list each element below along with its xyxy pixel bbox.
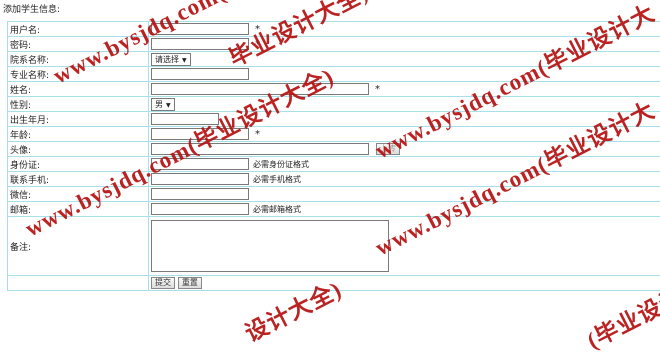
form-row-actions: 提交 重置 [8,276,660,291]
password-label: 密码: [8,37,149,52]
remark-label: 备注: [8,217,149,276]
chevron-down-icon: ▼ [182,57,187,64]
required-mark: * [255,39,260,50]
age-label: 年龄: [8,127,149,142]
birth-date-input[interactable] [151,113,219,125]
phone-label: 联系手机: [8,172,149,187]
department-select[interactable]: 请选择▼ [151,53,191,66]
form-row-wechat: 微信: [8,187,660,202]
phone-input[interactable] [151,173,249,185]
avatar-path-input[interactable] [151,143,369,155]
email-label: 邮箱: [8,202,149,217]
department-label: 院系名称: [8,52,149,67]
password-input[interactable] [151,38,249,50]
chevron-down-icon: ▼ [166,102,171,109]
form-row-name: 姓名: * [8,82,660,97]
email-input[interactable] [151,203,249,215]
major-label: 专业名称: [8,67,149,82]
form-row-phone: 联系手机: 必需手机格式 [8,172,660,187]
form-row-major: 专业名称: [8,67,660,82]
wechat-label: 微信: [8,187,149,202]
avatar-label: 头像: [8,142,149,157]
required-mark: * [375,84,380,95]
required-mark: * [255,129,260,140]
name-input[interactable] [151,83,369,95]
student-form: 用户名: * 密码: * 院系名称: 请选择▼ 专业名称: 姓名: * 性别: … [7,21,660,291]
form-row-gender: 性别: 男▼ [8,97,660,112]
username-label: 用户名: [8,22,149,37]
age-input[interactable] [151,128,249,140]
birth-label: 出生年月: [8,112,149,127]
form-row-email: 邮箱: 必需邮箱格式 [8,202,660,217]
name-label: 姓名: [8,82,149,97]
gender-select-value: 男 [155,100,163,109]
required-mark: * [255,24,260,35]
page-title: 添加学生信息: [3,2,60,15]
idcard-hint: 必需身份证格式 [253,160,309,169]
wechat-input[interactable] [151,188,249,200]
form-row-username: 用户名: * [8,22,660,37]
gender-select[interactable]: 男▼ [151,98,175,111]
upload-button[interactable]: 上传 [376,143,400,155]
idcard-input[interactable] [151,158,249,170]
major-input[interactable] [151,68,249,80]
form-row-remark: 备注: [8,217,660,276]
form-row-avatar: 头像: 上传 [8,142,660,157]
username-input[interactable] [151,23,249,35]
submit-button[interactable]: 提交 [151,277,175,289]
reset-button[interactable]: 重置 [178,277,202,289]
form-row-birth: 出生年月: [8,112,660,127]
form-row-age: 年龄: * [8,127,660,142]
form-row-department: 院系名称: 请选择▼ [8,52,660,67]
form-row-password: 密码: * [8,37,660,52]
idcard-label: 身份证: [8,157,149,172]
remark-textarea[interactable] [151,220,389,272]
gender-label: 性别: [8,97,149,112]
phone-hint: 必需手机格式 [253,175,301,184]
department-select-value: 请选择 [155,55,179,64]
form-row-idcard: 身份证: 必需身份证格式 [8,157,660,172]
email-hint: 必需邮箱格式 [253,205,301,214]
